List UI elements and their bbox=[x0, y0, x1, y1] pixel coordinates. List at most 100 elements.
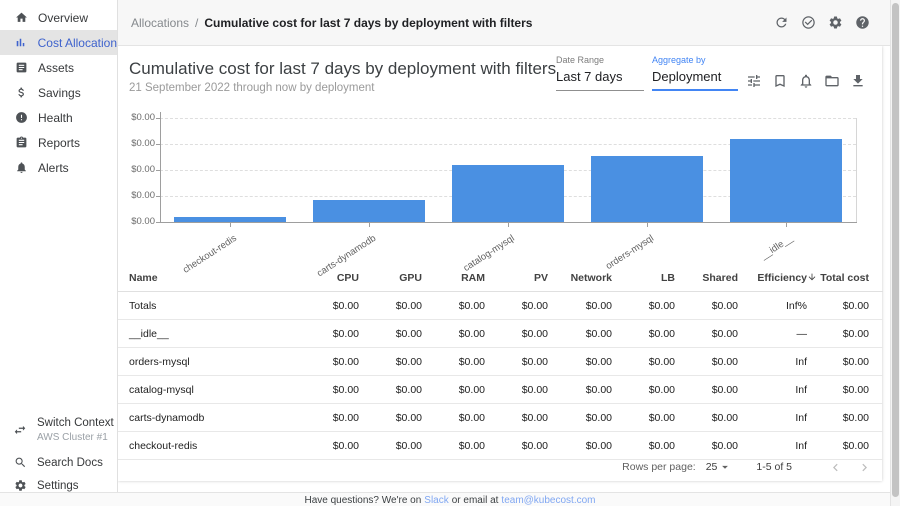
vertical-scrollbar[interactable] bbox=[890, 0, 900, 506]
cell-value: $0.00 bbox=[359, 432, 422, 460]
column-header-pv[interactable]: PV bbox=[485, 264, 548, 292]
bar-carts-dynamodb[interactable] bbox=[313, 200, 425, 222]
table-row-carts-dynamodb[interactable]: carts-dynamodb$0.00$0.00$0.00$0.00$0.00$… bbox=[118, 404, 883, 432]
bell-filled-icon bbox=[14, 161, 28, 174]
previous-page-button[interactable] bbox=[828, 460, 843, 475]
column-header-gpu[interactable]: GPU bbox=[359, 264, 422, 292]
column-header-lb[interactable]: LB bbox=[612, 264, 675, 292]
y-axis-line bbox=[160, 112, 161, 223]
bar-catalog-mysql[interactable] bbox=[452, 165, 564, 222]
sidebar-item-switch-context[interactable]: Switch Context AWS Cluster #1 bbox=[0, 417, 117, 444]
chevron-left-icon bbox=[828, 460, 843, 475]
next-page-button[interactable] bbox=[857, 460, 872, 475]
rows-per-page-select[interactable]: 25 bbox=[706, 460, 733, 474]
column-header-shared[interactable]: Shared bbox=[675, 264, 738, 292]
allocation-table-wrap: NameCPUGPURAMPVNetworkLBSharedEfficiency… bbox=[118, 264, 882, 460]
table-header-row: NameCPUGPURAMPVNetworkLBSharedEfficiency… bbox=[118, 264, 883, 292]
column-header-ram[interactable]: RAM bbox=[422, 264, 485, 292]
date-range-value[interactable]: Last 7 days bbox=[556, 65, 644, 91]
settings-gear-icon[interactable] bbox=[828, 15, 843, 30]
bar-checkout-redis[interactable] bbox=[174, 217, 286, 222]
table-row-totals[interactable]: Totals$0.00$0.00$0.00$0.00$0.00$0.00$0.0… bbox=[118, 292, 883, 320]
column-header-total-cost[interactable]: Total cost bbox=[807, 264, 883, 292]
open-reports-folder-icon[interactable] bbox=[824, 73, 840, 89]
switch-context-label: Switch Context bbox=[37, 417, 114, 431]
sidebar-item-search-docs[interactable]: Search Docs bbox=[0, 456, 117, 469]
cell-value: $0.00 bbox=[548, 432, 612, 460]
cell-name: Totals bbox=[118, 292, 296, 320]
x-axis-tick bbox=[369, 223, 370, 227]
table-row-orders-mysql[interactable]: orders-mysql$0.00$0.00$0.00$0.00$0.00$0.… bbox=[118, 348, 883, 376]
sidebar-item-alerts[interactable]: Alerts bbox=[0, 155, 117, 180]
column-header-efficiency[interactable]: Efficiency bbox=[738, 264, 807, 292]
cell-value: Inf bbox=[738, 404, 807, 432]
column-header-network[interactable]: Network bbox=[548, 264, 612, 292]
cell-value: $0.00 bbox=[675, 376, 738, 404]
download-icon[interactable] bbox=[850, 73, 866, 89]
sidebar-item-reports[interactable]: Reports bbox=[0, 130, 117, 155]
save-report-bookmark-icon[interactable] bbox=[772, 73, 788, 89]
cell-value: $0.00 bbox=[548, 348, 612, 376]
scrollbar-thumb[interactable] bbox=[892, 3, 899, 497]
chevron-right-icon bbox=[857, 460, 872, 475]
cell-value: $0.00 bbox=[422, 432, 485, 460]
report-card: Cumulative cost for last 7 days by deplo… bbox=[118, 46, 882, 481]
breadcrumb-current-report: Cumulative cost for last 7 days by deplo… bbox=[204, 16, 532, 30]
topbar-actions bbox=[774, 15, 890, 30]
sidebar-item-overview[interactable]: Overview bbox=[0, 5, 117, 30]
breadcrumb-allocations[interactable]: Allocations bbox=[131, 16, 189, 30]
edit-filters-icon[interactable] bbox=[746, 73, 762, 89]
table-row-catalog-mysql[interactable]: catalog-mysql$0.00$0.00$0.00$0.00$0.00$0… bbox=[118, 376, 883, 404]
cell-value: Inf bbox=[738, 376, 807, 404]
cell-value: $0.00 bbox=[359, 292, 422, 320]
settings-label: Settings bbox=[37, 480, 79, 492]
column-header-name[interactable]: Name bbox=[118, 264, 296, 292]
sidebar-item-settings[interactable]: Settings bbox=[0, 479, 117, 492]
cell-value: $0.00 bbox=[359, 348, 422, 376]
x-axis-label-idle: __idle__ bbox=[759, 233, 795, 262]
sidebar-nav: OverviewCost AllocationAssetsSavingsHeal… bbox=[0, 0, 117, 180]
right-axis-line bbox=[856, 118, 857, 222]
sidebar-item-savings[interactable]: Savings bbox=[0, 80, 117, 105]
sidebar-item-health[interactable]: Health bbox=[0, 105, 117, 130]
page-title: Cumulative cost for last 7 days by deplo… bbox=[129, 59, 556, 79]
table-pagination: Rows per page: 25 1-5 of 5 bbox=[622, 454, 872, 480]
cell-name: catalog-mysql bbox=[118, 376, 296, 404]
cell-value: $0.00 bbox=[612, 320, 675, 348]
slack-link[interactable]: Slack bbox=[424, 495, 448, 506]
pagination-range: 1-5 of 5 bbox=[756, 461, 792, 473]
bar-orders-mysql[interactable] bbox=[591, 156, 703, 222]
sidebar-item-assets[interactable]: Assets bbox=[0, 55, 117, 80]
cell-name: checkout-redis bbox=[118, 432, 296, 460]
date-range-select[interactable]: Date Range Last 7 days bbox=[556, 55, 644, 91]
email-link[interactable]: team@kubecost.com bbox=[501, 495, 595, 506]
table-row-idle[interactable]: __idle__$0.00$0.00$0.00$0.00$0.00$0.00$0… bbox=[118, 320, 883, 348]
cell-value: $0.00 bbox=[485, 404, 548, 432]
status-check-icon[interactable] bbox=[801, 15, 816, 30]
cell-value: $0.00 bbox=[422, 348, 485, 376]
cell-value: $0.00 bbox=[548, 292, 612, 320]
cell-value: $0.00 bbox=[548, 376, 612, 404]
cluster-name: AWS Cluster #1 bbox=[37, 432, 114, 444]
help-icon[interactable] bbox=[855, 15, 870, 30]
x-axis-tick bbox=[786, 223, 787, 227]
cell-value: $0.00 bbox=[485, 432, 548, 460]
home-icon bbox=[14, 11, 28, 24]
aggregate-by-select[interactable]: Aggregate by Deployment bbox=[652, 55, 738, 91]
cell-value: $0.00 bbox=[359, 320, 422, 348]
search-docs-label: Search Docs bbox=[37, 457, 103, 469]
column-header-cpu[interactable]: CPU bbox=[296, 264, 359, 292]
cell-value: $0.00 bbox=[422, 404, 485, 432]
report-subtitle: 21 September 2022 through now by deploym… bbox=[129, 82, 375, 94]
refresh-icon[interactable] bbox=[774, 15, 789, 30]
bar-idle[interactable] bbox=[730, 139, 842, 222]
allocation-table: NameCPUGPURAMPVNetworkLBSharedEfficiency… bbox=[118, 264, 883, 460]
gridline bbox=[160, 118, 856, 119]
cell-value: $0.00 bbox=[296, 348, 359, 376]
cost-bar-chart: $0.00$0.00$0.00$0.00$0.00checkout-redisc… bbox=[118, 106, 882, 264]
cell-value: $0.00 bbox=[359, 376, 422, 404]
aggregate-by-value[interactable]: Deployment bbox=[652, 65, 738, 91]
alerts-bell-icon[interactable] bbox=[798, 73, 814, 89]
cell-name: carts-dynamodb bbox=[118, 404, 296, 432]
sidebar-item-cost-allocation[interactable]: Cost Allocation bbox=[0, 30, 117, 55]
